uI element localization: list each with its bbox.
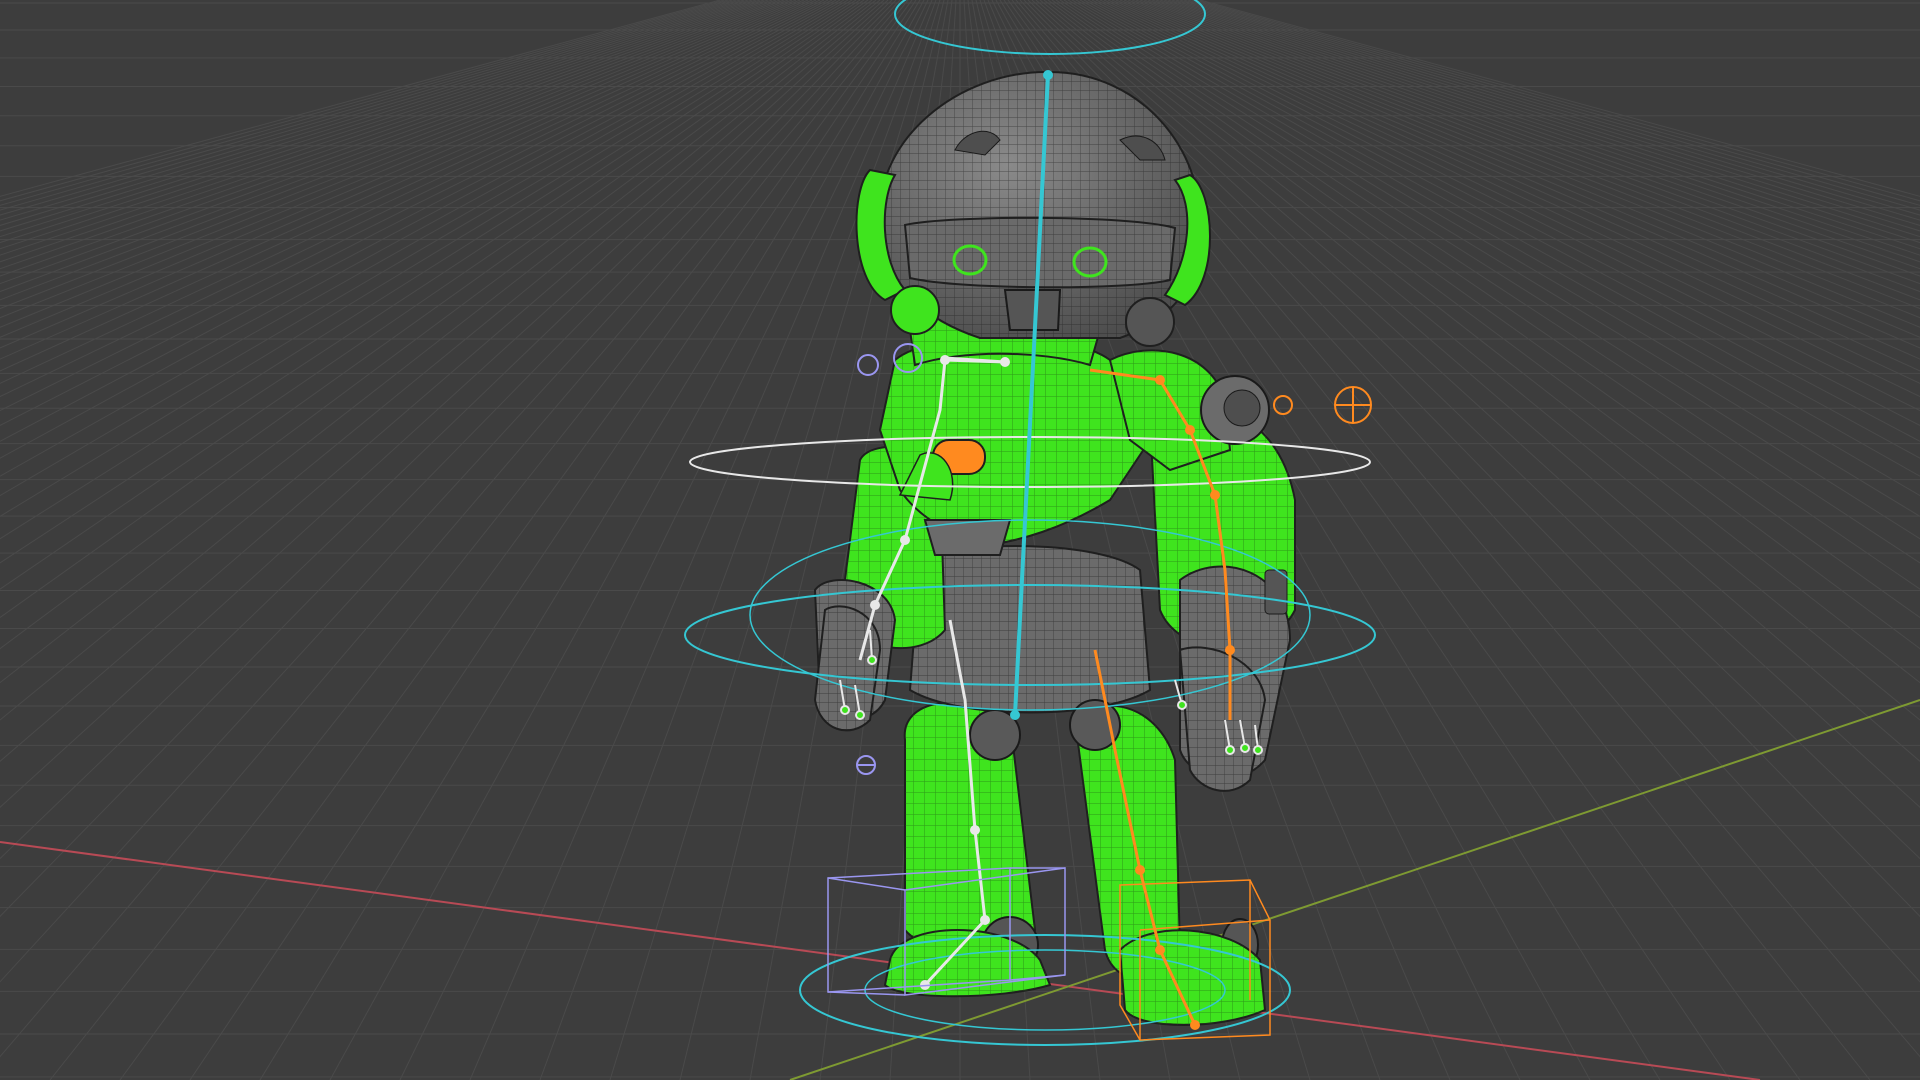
grid-line bbox=[0, 0, 805, 338]
grid-line bbox=[0, 0, 797, 319]
shoulder-control-left[interactable] bbox=[857, 354, 879, 376]
viewport-canvas[interactable] bbox=[0, 0, 1920, 1080]
grid-line bbox=[0, 0, 765, 256]
grid-line bbox=[0, 0, 785, 293]
grid-line bbox=[0, 0, 897, 918]
grid-line bbox=[189, 0, 917, 1080]
grid-line bbox=[0, 0, 749, 232]
grid-line bbox=[0, 0, 761, 250]
grid-line bbox=[0, 0, 857, 540]
grid-line bbox=[0, 0, 825, 398]
grid-line bbox=[0, 0, 741, 221]
grid-line bbox=[0, 0, 877, 684]
grid-line bbox=[0, 0, 769, 263]
grid-line bbox=[0, 0, 817, 372]
x-axis-line bbox=[0, 841, 1761, 1080]
grid-line bbox=[259, 0, 921, 1080]
grid-line bbox=[0, 0, 745, 226]
grid-line bbox=[0, 0, 861, 564]
3d-viewport[interactable] bbox=[0, 0, 1920, 1080]
grid-line bbox=[0, 0, 881, 721]
grid-line bbox=[0, 0, 773, 270]
grid-line bbox=[0, 0, 905, 1058]
grid-line bbox=[0, 0, 801, 328]
grid-line bbox=[0, 0, 757, 244]
grid-line bbox=[0, 0, 889, 808]
grid-line bbox=[0, 0, 873, 650]
grid-line bbox=[0, 0, 821, 384]
grid-line bbox=[0, 0, 813, 360]
